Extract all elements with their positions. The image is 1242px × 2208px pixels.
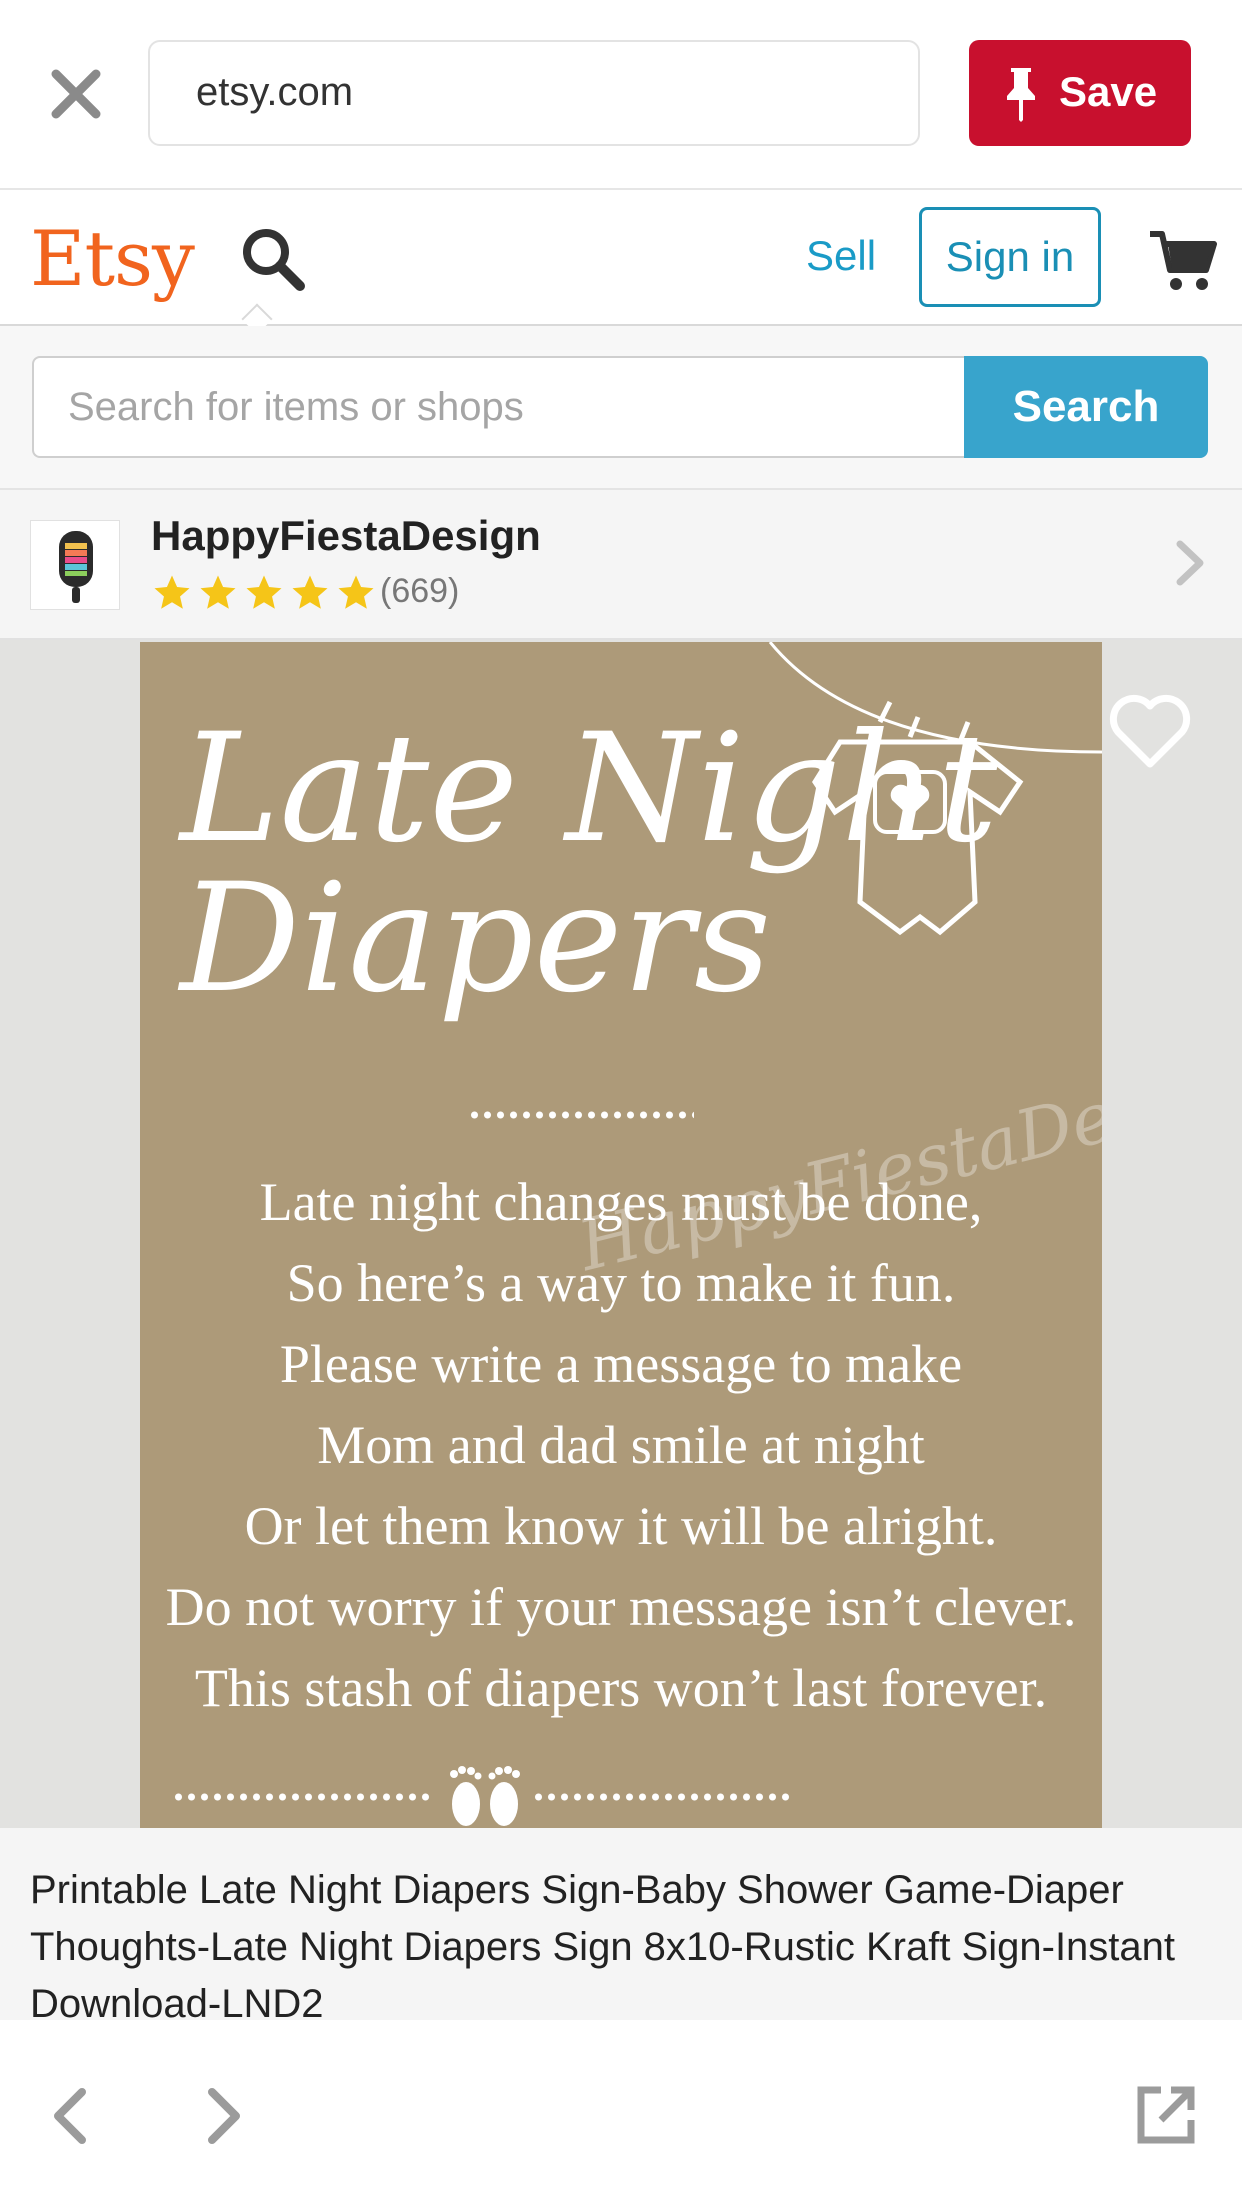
popsicle-logo-icon: [59, 531, 93, 603]
dotted-divider: [468, 1110, 694, 1120]
chevron-right-icon[interactable]: [198, 2086, 248, 2146]
close-icon: [51, 69, 101, 119]
star-icon: [154, 575, 190, 609]
poem-line: So here’s a way to make it fun.: [286, 1253, 956, 1313]
sign-title-line1: Late Night: [180, 702, 998, 876]
listing-title-area: Printable Late Night Diapers Sign-Baby S…: [0, 1828, 1242, 2020]
sign-in-button[interactable]: Sign in: [919, 207, 1101, 307]
close-button[interactable]: [46, 64, 106, 124]
save-label: Save: [1059, 68, 1158, 115]
poem-line: Mom and dad smile at night: [317, 1415, 925, 1475]
star-icon: [338, 575, 374, 609]
site-header: Etsy Sell Sign in: [0, 190, 1242, 335]
url-text: etsy.com: [196, 70, 354, 114]
star-icon: [292, 575, 328, 609]
star-rating: [151, 572, 377, 614]
star-icon: [246, 575, 282, 609]
bottom-navigation: [0, 2020, 1242, 2208]
save-button[interactable]: Save: [969, 40, 1191, 146]
poem-line: This stash of diapers won’t last forever…: [194, 1658, 1048, 1718]
listing-image-area: Late Night Diapers HappyFiestaDesign Lat…: [0, 640, 1242, 1828]
search-input[interactable]: [32, 356, 966, 458]
sell-link[interactable]: Sell: [806, 232, 876, 280]
etsy-logo[interactable]: Etsy: [30, 214, 195, 303]
poem-line: Late night changes must be done,: [259, 1172, 983, 1232]
cart-icon[interactable]: [1148, 226, 1218, 296]
url-field[interactable]: etsy.com: [148, 40, 920, 146]
search-button[interactable]: Search: [964, 356, 1208, 458]
poem-line: Please write a message to make: [279, 1334, 963, 1394]
search-bar: Search: [0, 326, 1242, 490]
browser-top-bar: etsy.com Save: [0, 0, 1242, 190]
dotted-divider: [172, 1792, 430, 1802]
magnifier-icon[interactable]: [238, 224, 308, 294]
shop-row[interactable]: HappyFiestaDesign (669): [0, 490, 1242, 640]
review-count: (669): [380, 572, 460, 610]
poem-line: Do not worry if your message isn’t cleve…: [165, 1577, 1077, 1637]
dotted-divider: [532, 1792, 792, 1802]
chevron-right-icon: [1176, 540, 1204, 586]
sign-poem: Late night changes must be done, So here…: [140, 1162, 1102, 1729]
baby-feet-icon: [450, 1766, 520, 1826]
sign-title-line2: Diapers: [180, 852, 772, 1026]
external-link-icon[interactable]: [1135, 2084, 1197, 2146]
star-icon: [200, 575, 236, 609]
shop-name: HappyFiestaDesign: [151, 512, 541, 559]
chevron-left-icon[interactable]: [46, 2086, 96, 2146]
heart-icon[interactable]: [1100, 680, 1200, 780]
listing-title[interactable]: Printable Late Night Diapers Sign-Baby S…: [30, 1862, 1230, 2020]
listing-image[interactable]: Late Night Diapers HappyFiestaDesign Lat…: [140, 642, 1102, 1828]
pin-icon: [1007, 68, 1035, 122]
shop-avatar: [30, 520, 120, 610]
poem-line: Or let them know it will be alright.: [244, 1496, 998, 1556]
